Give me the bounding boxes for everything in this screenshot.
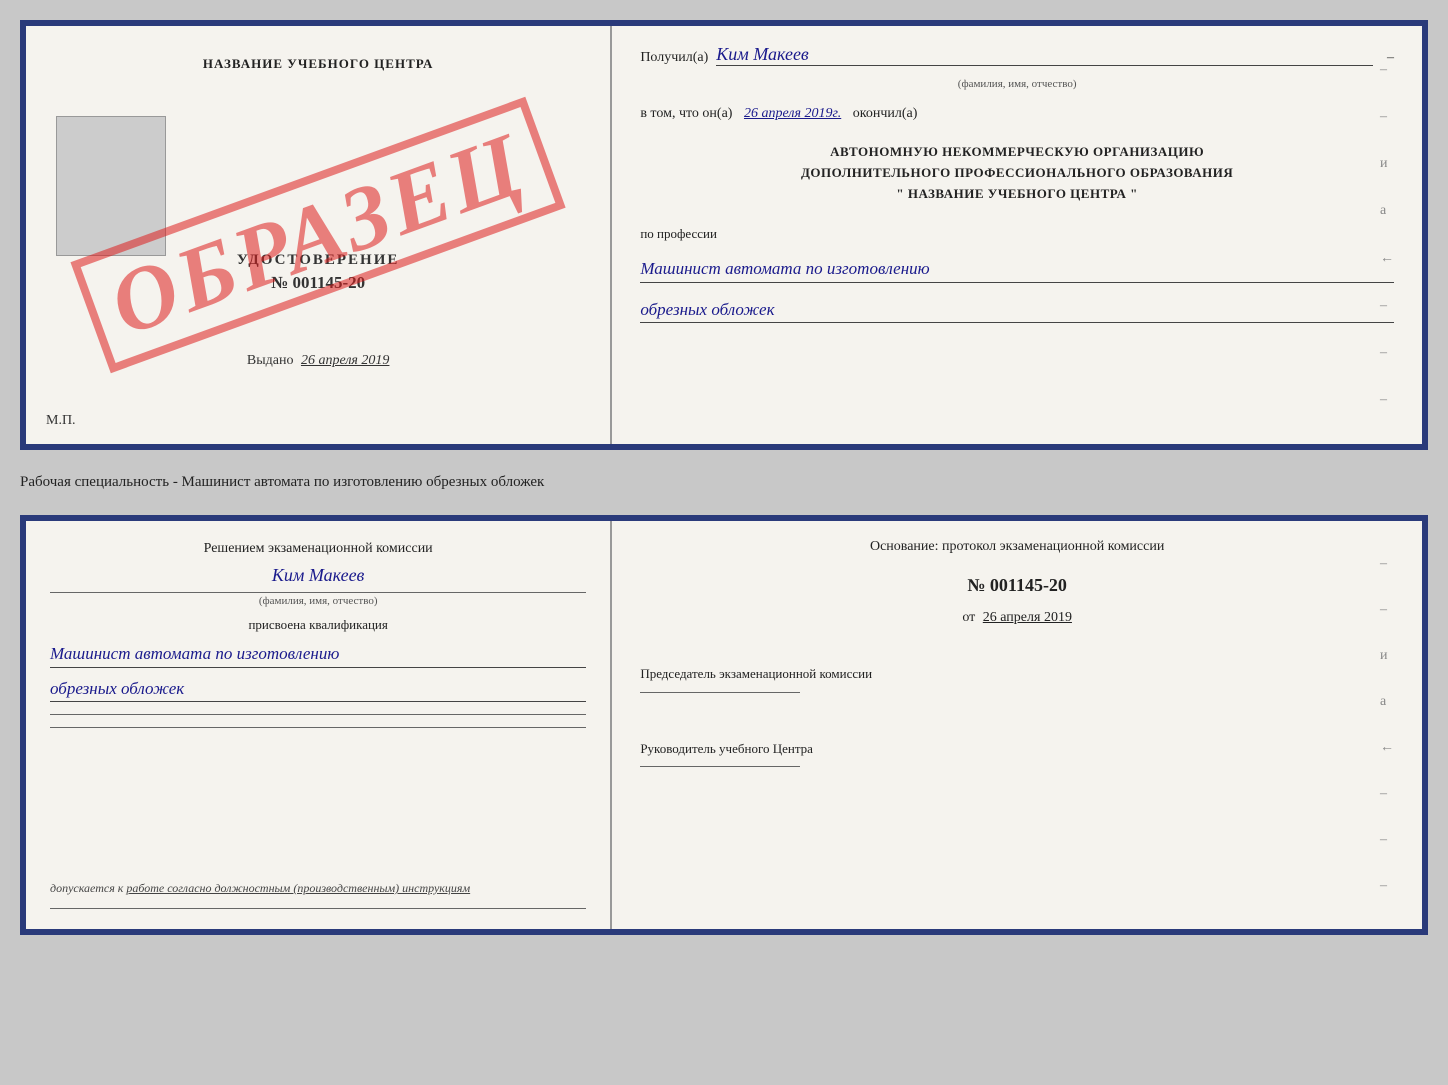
profession-label: по профессии <box>640 226 1394 242</box>
date-row: в том, что он(а) 26 апреля 2019г. окончи… <box>640 106 1394 122</box>
line3 <box>50 908 586 909</box>
director-signature-line <box>640 766 800 767</box>
chairman-signature-line <box>640 692 800 693</box>
middle-label: Рабочая специальность - Машинист автомат… <box>20 466 1428 499</box>
allowed-block: допускается к работе согласно должностны… <box>50 881 586 896</box>
page-wrapper: НАЗВАНИЕ УЧЕБНОГО ЦЕНТРА УДОСТОВЕРЕНИЕ №… <box>20 20 1428 935</box>
date-value: 26 апреля 2019г. <box>744 106 841 121</box>
profession-line1: Машинист автомата по изготовлению <box>640 256 1394 282</box>
cert-title: НАЗВАНИЕ УЧЕБНОГО ЦЕНТРА <box>203 56 434 72</box>
bottom-doc-left: Решением экзаменационной комиссии Ким Ма… <box>26 521 612 929</box>
received-label: Получил(а) <box>640 50 708 66</box>
protocol-number: № 001145-20 <box>640 575 1394 596</box>
top-doc-left: НАЗВАНИЕ УЧЕБНОГО ЦЕНТРА УДОСТОВЕРЕНИЕ №… <box>26 26 612 444</box>
right-dashes: – – и а ← – – – <box>1380 26 1394 444</box>
org-line2: ДОПОЛНИТЕЛЬНОГО ПРОФЕССИОНАЛЬНОГО ОБРАЗО… <box>640 163 1394 184</box>
line2 <box>50 727 586 728</box>
org-block: АВТОНОМНУЮ НЕКОММЕРЧЕСКУЮ ОРГАНИЗАЦИЮ ДО… <box>640 142 1394 204</box>
protocol-date: от 26 апреля 2019 <box>640 610 1394 626</box>
allowed-underline: работе согласно должностным (производств… <box>126 881 470 895</box>
protocol-date-value: 26 апреля 2019 <box>983 610 1072 625</box>
allowed-text: допускается к <box>50 881 123 895</box>
decision-title: Решением экзаменационной комиссии <box>50 541 586 557</box>
line1 <box>50 714 586 715</box>
received-sub: (фамилия, имя, отчество) <box>640 78 1394 90</box>
director-label: Руководитель учебного Центра <box>640 739 1394 759</box>
bottom-doc-right: Основание: протокол экзаменационной коми… <box>612 521 1422 929</box>
top-doc-right: Получил(а) Ким Макеев – (фамилия, имя, о… <box>612 26 1422 444</box>
date-label: в том, что он(а) <box>640 106 732 121</box>
cert-issued-label: Выдано <box>247 353 294 368</box>
cert-issued-date: 26 апреля 2019 <box>301 353 389 368</box>
org-line3: " НАЗВАНИЕ УЧЕБНОГО ЦЕНТРА " <box>640 184 1394 205</box>
assigned-line1: Машинист автомата по изготовлению <box>50 641 586 668</box>
finished-label: окончил(а) <box>853 106 918 121</box>
org-line1: АВТОНОМНУЮ НЕКОММЕРЧЕСКУЮ ОРГАНИЗАЦИЮ <box>640 142 1394 163</box>
chairman-label: Председатель экзаменационной комиссии <box>640 664 1394 684</box>
profession-line2: обрезных обложек <box>640 297 1394 324</box>
bottom-name-sub: (фамилия, имя, отчество) <box>50 592 586 607</box>
chairman-block: Председатель экзаменационной комиссии <box>640 650 1394 693</box>
bottom-document: Решением экзаменационной комиссии Ким Ма… <box>20 515 1428 935</box>
assigned-label: присвоена квалификация <box>50 617 586 633</box>
profession-value: Машинист автомата по изготовлению <box>640 256 1394 283</box>
director-block: Руководитель учебного Центра <box>640 723 1394 768</box>
cert-photo <box>56 116 166 256</box>
bottom-right-dashes: – – и а ← – – – <box>1380 521 1394 929</box>
protocol-date-prefix: от <box>962 610 975 625</box>
assigned-line2: обрезных обложек <box>50 676 586 703</box>
top-document: НАЗВАНИЕ УЧЕБНОГО ЦЕНТРА УДОСТОВЕРЕНИЕ №… <box>20 20 1428 450</box>
received-row: Получил(а) Ким Макеев – <box>640 44 1394 66</box>
received-name: Ким Макеев <box>716 44 1373 66</box>
cert-mp: М.П. <box>46 413 76 429</box>
cert-number: № 001145-20 <box>50 273 586 293</box>
basis-label: Основание: протокол экзаменационной коми… <box>640 539 1394 555</box>
bottom-name: Ким Макеев <box>50 565 586 586</box>
